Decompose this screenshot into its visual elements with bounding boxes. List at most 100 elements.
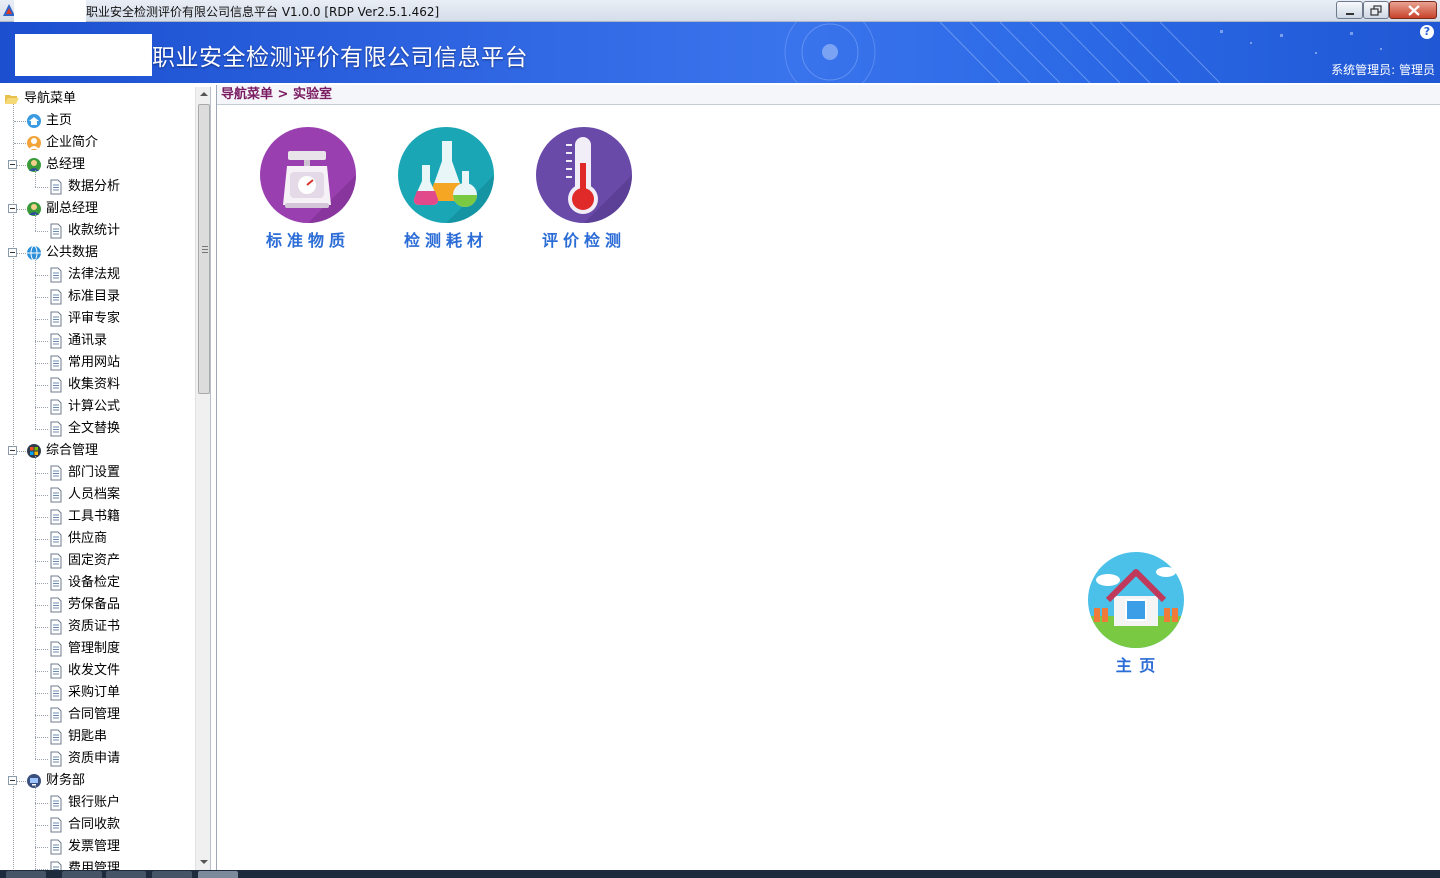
collapse-icon[interactable] <box>8 160 17 169</box>
sidebar-item-label: 劳保备品 <box>68 597 121 612</box>
sidebar-item[interactable]: 银行账户 <box>0 792 195 814</box>
sidebar-item-label: 数据分析 <box>68 179 121 194</box>
breadcrumb-root[interactable]: 导航菜单 <box>221 87 273 102</box>
thermometer-icon <box>536 127 632 223</box>
app-title: 职业安全检测评价有限公司信息平台 <box>152 45 528 71</box>
sidebar-item-label: 主页 <box>46 113 73 128</box>
sidebar-item[interactable]: 副总经理 <box>0 198 195 220</box>
windows-icon <box>26 443 42 459</box>
tree-line <box>35 385 48 386</box>
sidebar-scrollbar[interactable] <box>195 87 210 870</box>
sidebar-item[interactable]: 部门设置 <box>0 462 195 484</box>
taskbar-item[interactable] <box>152 871 192 878</box>
maximize-button[interactable] <box>1363 1 1389 19</box>
breadcrumb-current: 实验室 <box>292 87 332 102</box>
sidebar-item[interactable]: 供应商 <box>0 528 195 550</box>
sidebar-item[interactable]: 评审专家 <box>0 308 195 330</box>
sidebar-item[interactable]: 公共数据 <box>0 242 195 264</box>
close-icon <box>1408 5 1420 16</box>
tree-line <box>35 517 48 518</box>
home-button[interactable]: 主 页 <box>1081 552 1191 676</box>
collapse-icon[interactable] <box>8 446 17 455</box>
title-logo-mask <box>14 0 86 22</box>
sidebar-item[interactable]: 数据分析 <box>0 176 195 198</box>
taskbar <box>0 870 1440 878</box>
scale-icon <box>260 127 356 223</box>
breadcrumb-separator: > <box>277 87 289 102</box>
scroll-thumb[interactable] <box>198 104 210 394</box>
document-icon <box>48 399 64 415</box>
collapse-icon[interactable] <box>8 776 17 785</box>
minimize-button[interactable] <box>1336 1 1363 19</box>
sidebar-item[interactable]: 采购订单 <box>0 682 195 704</box>
sidebar-item[interactable]: 资质申请 <box>0 748 195 770</box>
sidebar-item[interactable]: 合同管理 <box>0 704 195 726</box>
sidebar-item[interactable]: 通讯录 <box>0 330 195 352</box>
window-title: 职业安全检测评价有限公司信息平台 V1.0.0 [RDP Ver2.5.1.46… <box>86 5 440 19</box>
sidebar-item[interactable]: 全文替换 <box>0 418 195 440</box>
sidebar-item[interactable]: 收集资料 <box>0 374 195 396</box>
sidebar-item-label: 合同管理 <box>68 707 121 722</box>
document-icon <box>48 377 64 393</box>
sidebar-item[interactable]: 管理制度 <box>0 638 195 660</box>
sidebar-item[interactable]: 设备检定 <box>0 572 195 594</box>
scroll-down-icon[interactable] <box>200 860 208 864</box>
globe-icon <box>26 245 42 261</box>
taskbar-item[interactable] <box>62 871 102 878</box>
start-button[interactable] <box>6 871 46 878</box>
tree-line <box>35 231 48 232</box>
sidebar-item[interactable]: 综合管理 <box>0 440 195 462</box>
taskbar-item[interactable] <box>198 871 238 878</box>
sidebar-item[interactable]: 资质证书 <box>0 616 195 638</box>
navigation-sidebar: 导航菜单 主页 企业简介 总经理 数据分析 副总经理 收款统计 公共数据 法律法规 标准目录 评审专… <box>0 87 211 870</box>
sidebar-item[interactable]: 企业简介 <box>0 132 195 154</box>
sidebar-item[interactable]: 主页 <box>0 110 195 132</box>
house-icon <box>1088 552 1184 648</box>
sidebar-item[interactable]: 法律法规 <box>0 264 195 286</box>
document-icon <box>48 311 64 327</box>
sidebar-item[interactable]: 固定资产 <box>0 550 195 572</box>
tree-line <box>35 275 48 276</box>
header-banner: 职业安全检测评价有限公司信息平台 系统管理员: 管理员 ? <box>0 22 1440 83</box>
sidebar-item-label: 资质申请 <box>68 751 121 766</box>
tree-line <box>35 583 48 584</box>
main-content: 导航菜单 > 实验室 标准物质 检测耗材 评价检测 主 页 <box>216 85 1440 870</box>
sidebar-item[interactable]: 合同收款 <box>0 814 195 836</box>
module-evaluation-test[interactable]: 评价检测 <box>529 127 639 251</box>
sidebar-item[interactable]: 钥匙串 <box>0 726 195 748</box>
close-button[interactable] <box>1389 1 1437 19</box>
sidebar-item-label: 综合管理 <box>46 443 99 458</box>
tree-line <box>35 825 48 826</box>
collapse-icon[interactable] <box>8 248 17 257</box>
tree-line <box>14 143 26 144</box>
sidebar-item[interactable]: 发票管理 <box>0 836 195 858</box>
sidebar-item[interactable]: 劳保备品 <box>0 594 195 616</box>
tree-line <box>35 627 48 628</box>
sidebar-item[interactable]: 收款统计 <box>0 220 195 242</box>
person-icon <box>26 135 42 151</box>
sidebar-item-label: 供应商 <box>68 531 108 546</box>
scroll-up-icon[interactable] <box>200 92 208 96</box>
sidebar-item[interactable]: 收发文件 <box>0 660 195 682</box>
sidebar-item[interactable]: 常用网站 <box>0 352 195 374</box>
tree-line <box>35 170 36 187</box>
tree-line <box>35 473 48 474</box>
sidebar-item[interactable]: 总经理 <box>0 154 195 176</box>
sidebar-item[interactable]: 财务部 <box>0 770 195 792</box>
sidebar-item[interactable]: 标准目录 <box>0 286 195 308</box>
sidebar-item[interactable]: 费用管理 <box>0 858 195 870</box>
sidebar-item[interactable]: 人员档案 <box>0 484 195 506</box>
sidebar-item-label: 银行账户 <box>68 795 121 810</box>
help-icon[interactable]: ? <box>1420 25 1434 39</box>
module-standard-material[interactable]: 标准物质 <box>253 127 363 251</box>
module-label: 标准物质 <box>265 231 350 250</box>
breadcrumb: 导航菜单 > 实验室 <box>217 85 1440 105</box>
sidebar-item-label: 部门设置 <box>68 465 121 480</box>
sidebar-item-label: 设备检定 <box>68 575 121 590</box>
taskbar-item[interactable] <box>106 871 146 878</box>
sidebar-item[interactable]: 计算公式 <box>0 396 195 418</box>
collapse-icon[interactable] <box>8 204 17 213</box>
document-icon <box>48 751 64 767</box>
sidebar-item[interactable]: 工具书籍 <box>0 506 195 528</box>
module-test-consumables[interactable]: 检测耗材 <box>391 127 501 251</box>
